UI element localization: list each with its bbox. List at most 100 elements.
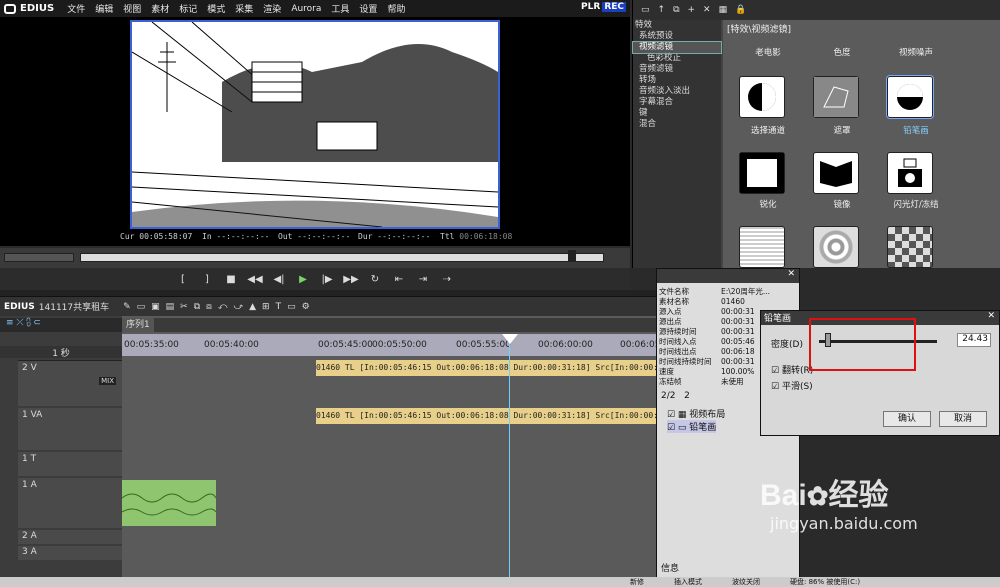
position-handle[interactable]	[568, 250, 576, 262]
reverse-checkbox[interactable]: ☑ 翻转(R)	[771, 363, 813, 376]
effect-item-pencil[interactable]: ☑ ▭ 铅笔画	[667, 420, 717, 433]
overwrite-icon[interactable]: ⇥	[414, 271, 432, 287]
smooth-checkbox[interactable]: ☑ 平滑(S)	[771, 379, 813, 392]
position-slider[interactable]	[80, 253, 604, 262]
watermark-brand-cn: 经验	[828, 479, 889, 512]
tile-pencil-sketch[interactable]	[886, 75, 934, 119]
menu-marker[interactable]: 标记	[174, 2, 202, 15]
set-out-icon[interactable]: ]	[198, 271, 216, 287]
tree-item-title-mixers[interactable]: 字幕混合	[633, 97, 721, 108]
track-1va[interactable]: 1 VA	[18, 408, 122, 450]
tile-strobe[interactable]	[887, 152, 933, 194]
shuttle-slider[interactable]	[4, 253, 74, 262]
tile-lines[interactable]	[739, 226, 785, 268]
up-icon[interactable]: ↑	[658, 5, 666, 15]
stop-icon[interactable]: ■	[222, 271, 240, 287]
add-icon[interactable]: +	[688, 5, 696, 15]
track-3a[interactable]: 3 A	[18, 546, 122, 560]
tile-label-chroma[interactable]: 色度	[807, 46, 877, 58]
cancel-button[interactable]: 取消	[939, 411, 987, 427]
output-icon[interactable]: ⇢	[438, 271, 456, 287]
tree-item-presets[interactable]: 系统预设	[633, 31, 721, 42]
insert-icon[interactable]: ⇤	[390, 271, 408, 287]
menu-tools[interactable]: 工具	[326, 2, 354, 15]
preview-frame	[130, 20, 500, 229]
tile-label-old-film[interactable]: 老电影	[733, 46, 803, 58]
plr-rec-toggle[interactable]: PLR REC	[581, 2, 626, 12]
fast-forward-icon[interactable]: ▶▶	[342, 271, 360, 287]
tile-label-sharpen[interactable]: 锐化	[733, 198, 803, 210]
tree-item-audio-filters[interactable]: 音频滤镜	[633, 64, 721, 75]
clip-1va[interactable]: 01460 TL [In:00:05:46:15 Out:00:06:18:08…	[316, 408, 660, 424]
track-2a[interactable]: 2 A	[18, 530, 122, 544]
playhead-marker[interactable]	[502, 334, 518, 344]
track-2v[interactable]: 2 V MIX	[18, 360, 122, 406]
menu-view[interactable]: 视图	[118, 2, 146, 15]
tile-circles[interactable]	[813, 226, 859, 268]
info-count2-value: 2	[684, 391, 690, 401]
rewind-icon[interactable]: ◀◀	[246, 271, 264, 287]
audio-clip[interactable]	[122, 480, 217, 526]
prev-frame-icon[interactable]: ◀|	[270, 271, 288, 287]
menu-settings[interactable]: 设置	[354, 2, 382, 15]
tile-label-video-noise[interactable]: 视频噪声	[881, 46, 951, 58]
set-in-icon[interactable]: [	[174, 271, 192, 287]
ok-button[interactable]: 确认	[883, 411, 931, 427]
timeline-ruler[interactable]: 00:05:35:00 00:05:40:00 00:05:45:00 00:0…	[122, 334, 660, 356]
tile-label-mask[interactable]: 遮罩	[807, 124, 877, 136]
density-input[interactable]: 24.43	[957, 333, 991, 347]
tile-sharpen[interactable]	[739, 152, 785, 194]
tree-item-audio-fades[interactable]: 音频淡入淡出	[633, 86, 721, 97]
menu-help[interactable]: 帮助	[382, 2, 410, 15]
tile-mirror[interactable]	[813, 152, 859, 194]
play-icon[interactable]: ▶	[294, 271, 312, 287]
app-logo: EDIUS	[0, 3, 62, 14]
menu-aurora[interactable]: Aurora	[286, 4, 326, 14]
menu-render[interactable]: 渲染	[258, 2, 286, 15]
menu-capture[interactable]: 采集	[230, 2, 258, 15]
track-1t[interactable]: 1 T	[18, 452, 122, 476]
rec-label[interactable]: REC	[602, 2, 626, 12]
menu-clip[interactable]: 素材	[146, 2, 174, 15]
tree-item-keyers[interactable]: 键	[633, 108, 721, 119]
tile-mosaic[interactable]	[887, 226, 933, 268]
clip-2v[interactable]: 01460 TL [In:00:05:46:15 Out:00:06:18:08…	[316, 360, 660, 376]
copy-icon[interactable]: ⧉	[673, 5, 679, 15]
tree-item-transitions[interactable]: 转场	[633, 75, 721, 86]
watermark-brand: Bai✿经验	[760, 470, 918, 514]
tree-item-effects[interactable]: 特效	[633, 20, 721, 31]
tile-label-select-channel[interactable]: 选择通道	[733, 124, 803, 136]
plr-label[interactable]: PLR	[581, 2, 600, 12]
effect-item-layout[interactable]: ☑ ▦ 视频布局	[667, 407, 725, 420]
menu-edit[interactable]: 编辑	[90, 2, 118, 15]
mirror-icon	[820, 161, 852, 187]
layout-icon[interactable]: ▦	[719, 5, 728, 15]
scrub-bar[interactable]	[0, 248, 630, 268]
track-tool-icons[interactable]: ≡ ⤫ ⩉ ⊂	[0, 318, 41, 328]
menu-mode[interactable]: 模式	[202, 2, 230, 15]
playhead[interactable]	[509, 336, 510, 587]
delete-icon[interactable]: ✕	[703, 5, 711, 15]
timeline-scale[interactable]: 1 秒	[0, 346, 122, 359]
tile-select-channel[interactable]	[739, 76, 785, 118]
tab-sequence1[interactable]: 序列1	[122, 318, 154, 332]
lock-icon[interactable]: 🔒	[735, 5, 746, 15]
folder-icon[interactable]: ▭	[641, 5, 650, 15]
tile-mask[interactable]	[813, 76, 859, 118]
tile-label-mirror[interactable]: 镜像	[807, 198, 877, 210]
tree-item-video-filters[interactable]: 视频滤镜	[632, 41, 722, 54]
tile-label-strobe[interactable]: 闪光灯/冻结	[881, 198, 951, 210]
track-1a[interactable]: 1 A	[18, 478, 122, 528]
loop-icon[interactable]: ↻	[366, 271, 384, 287]
tile-label-pencil-sketch[interactable]: 铅笔画	[881, 124, 951, 136]
watermark-brand-text: Bai	[760, 479, 807, 512]
next-frame-icon[interactable]: |▶	[318, 271, 336, 287]
timeline-area[interactable]: 序列1 00:05:35:00 00:05:40:00 00:05:45:00 …	[122, 316, 660, 587]
cur-value: 00:05:58:07	[139, 232, 193, 241]
info-close-icon[interactable]: ✕	[657, 269, 799, 283]
timeline-tool-icons[interactable]: ✎▭▣▤✂⧉⧈⤺⤻▲⊞T▭⚙	[123, 302, 316, 312]
tree-item-color-correction[interactable]: 色彩校正	[633, 53, 721, 64]
dialog-close-icon[interactable]: ✕	[987, 311, 995, 321]
tree-item-blend[interactable]: 混合	[633, 119, 721, 130]
menu-file[interactable]: 文件	[62, 2, 90, 15]
